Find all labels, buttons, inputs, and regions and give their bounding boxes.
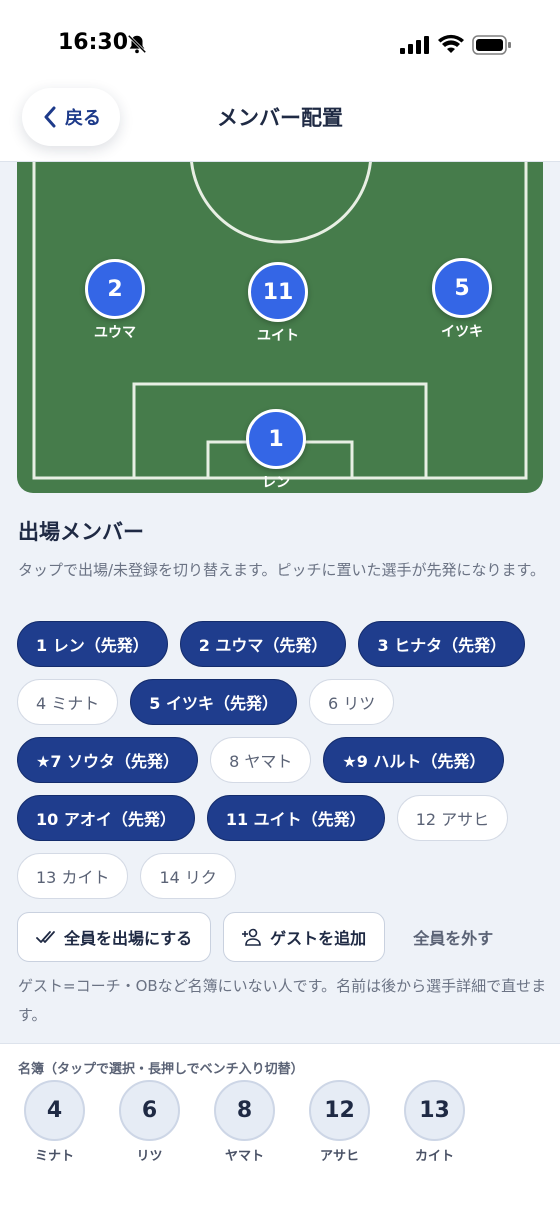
member-chip[interactable]: 11 ユイト（先発） — [206, 795, 385, 841]
player-number: 5 — [432, 258, 492, 318]
wifi-icon — [438, 34, 464, 53]
member-chip[interactable]: 4 ミナト — [17, 679, 119, 725]
pitch[interactable]: 2 ユウマ 11 ユイト 5 イツキ 1 レン — [17, 162, 543, 493]
add-guest-button[interactable]: ゲストを追加 — [223, 912, 386, 962]
add-guest-label: ゲストを追加 — [270, 929, 367, 948]
roster-item[interactable]: 8 ヤマト — [214, 1080, 275, 1164]
member-chip[interactable]: 12 アサヒ — [396, 795, 509, 841]
pitch-player[interactable]: 1 レン — [243, 409, 309, 492]
roster-name: ヤマト — [224, 1149, 264, 1164]
player-name: レン — [262, 475, 290, 491]
roster-item[interactable]: 12 アサヒ — [309, 1080, 370, 1164]
player-name: ユイト — [257, 328, 299, 344]
member-chip[interactable]: 3 ヒナタ（先発） — [358, 621, 526, 667]
roster-number: 4 — [24, 1080, 85, 1141]
roster-name: リツ — [136, 1149, 163, 1164]
remove-all-button[interactable]: 全員を外す — [397, 925, 509, 949]
signal-icon — [400, 36, 429, 54]
member-chip[interactable]: 6 リツ — [309, 679, 395, 725]
guest-note: ゲスト=コーチ・OBなど名簿にいない人です。名前は後から選手詳細で直せます。 — [18, 977, 547, 1024]
nav-header: 戻る メンバー配置 — [0, 74, 560, 162]
section-description: タップで出場/未登録を切り替えます。ピッチに置いた選手が先発になります。 — [18, 561, 546, 579]
roster-item[interactable]: 13 カイト — [404, 1080, 465, 1164]
member-chip[interactable]: 14 リク — [140, 853, 236, 899]
member-chip[interactable]: 10 アオイ（先発） — [17, 795, 195, 841]
roster-list: 4 ミナト 6 リツ 8 ヤマト 12 アサヒ 13 カイト — [24, 1080, 465, 1164]
member-chips: 1 レン（先発） 2 ユウマ（先発） 3 ヒナタ（先発） 4 ミナト 5 イツキ… — [17, 621, 547, 911]
section-title: 出場メンバー — [18, 520, 144, 544]
roster-number: 12 — [309, 1080, 370, 1141]
roster-number: 6 — [119, 1080, 180, 1141]
roster-panel: 名簿（タップで選択・長押しでベンチ入り切替） 4 ミナト 6 リツ 8 ヤマト … — [0, 1043, 560, 1218]
player-name: ユウマ — [94, 325, 136, 341]
member-chip[interactable]: ★9 ハルト（先発） — [323, 737, 505, 783]
member-chip[interactable]: 5 イツキ（先発） — [130, 679, 297, 725]
person-add-icon — [242, 928, 261, 946]
member-chip[interactable]: 8 ヤマト — [210, 737, 312, 783]
action-bar: 全員を出場にする ゲストを追加 全員を外す — [17, 912, 509, 962]
roster-number: 13 — [404, 1080, 465, 1141]
roster-number: 8 — [214, 1080, 275, 1141]
pitch-player[interactable]: 2 ユウマ — [82, 259, 148, 342]
roster-title: 名簿（タップで選択・長押しでベンチ入り切替） — [18, 1062, 304, 1077]
roster-item[interactable]: 6 リツ — [119, 1080, 180, 1164]
member-chip[interactable]: 13 カイト — [17, 853, 129, 899]
member-chip[interactable]: ★7 ソウタ（先発） — [17, 737, 199, 783]
player-name: イツキ — [441, 324, 483, 340]
player-number: 1 — [246, 409, 306, 469]
pitch-player[interactable]: 11 ユイト — [245, 262, 311, 345]
all-in-button[interactable]: 全員を出場にする — [17, 912, 212, 962]
battery-icon — [472, 35, 511, 55]
pitch-player[interactable]: 5 イツキ — [429, 258, 495, 341]
roster-name: カイト — [414, 1149, 454, 1164]
roster-name: ミナト — [34, 1149, 74, 1164]
status-time: 16:30 — [58, 30, 129, 55]
roster-name: アサヒ — [319, 1149, 359, 1164]
roster-item[interactable]: 4 ミナト — [24, 1080, 85, 1164]
page-title: メンバー配置 — [217, 106, 343, 130]
all-in-label: 全員を出場にする — [64, 929, 193, 948]
player-number: 2 — [85, 259, 145, 319]
bell-off-icon — [127, 34, 147, 54]
member-chip[interactable]: 1 レン（先発） — [17, 621, 168, 667]
player-number: 11 — [248, 262, 308, 322]
double-check-icon — [36, 931, 55, 943]
member-chip[interactable]: 2 ユウマ（先発） — [179, 621, 347, 667]
